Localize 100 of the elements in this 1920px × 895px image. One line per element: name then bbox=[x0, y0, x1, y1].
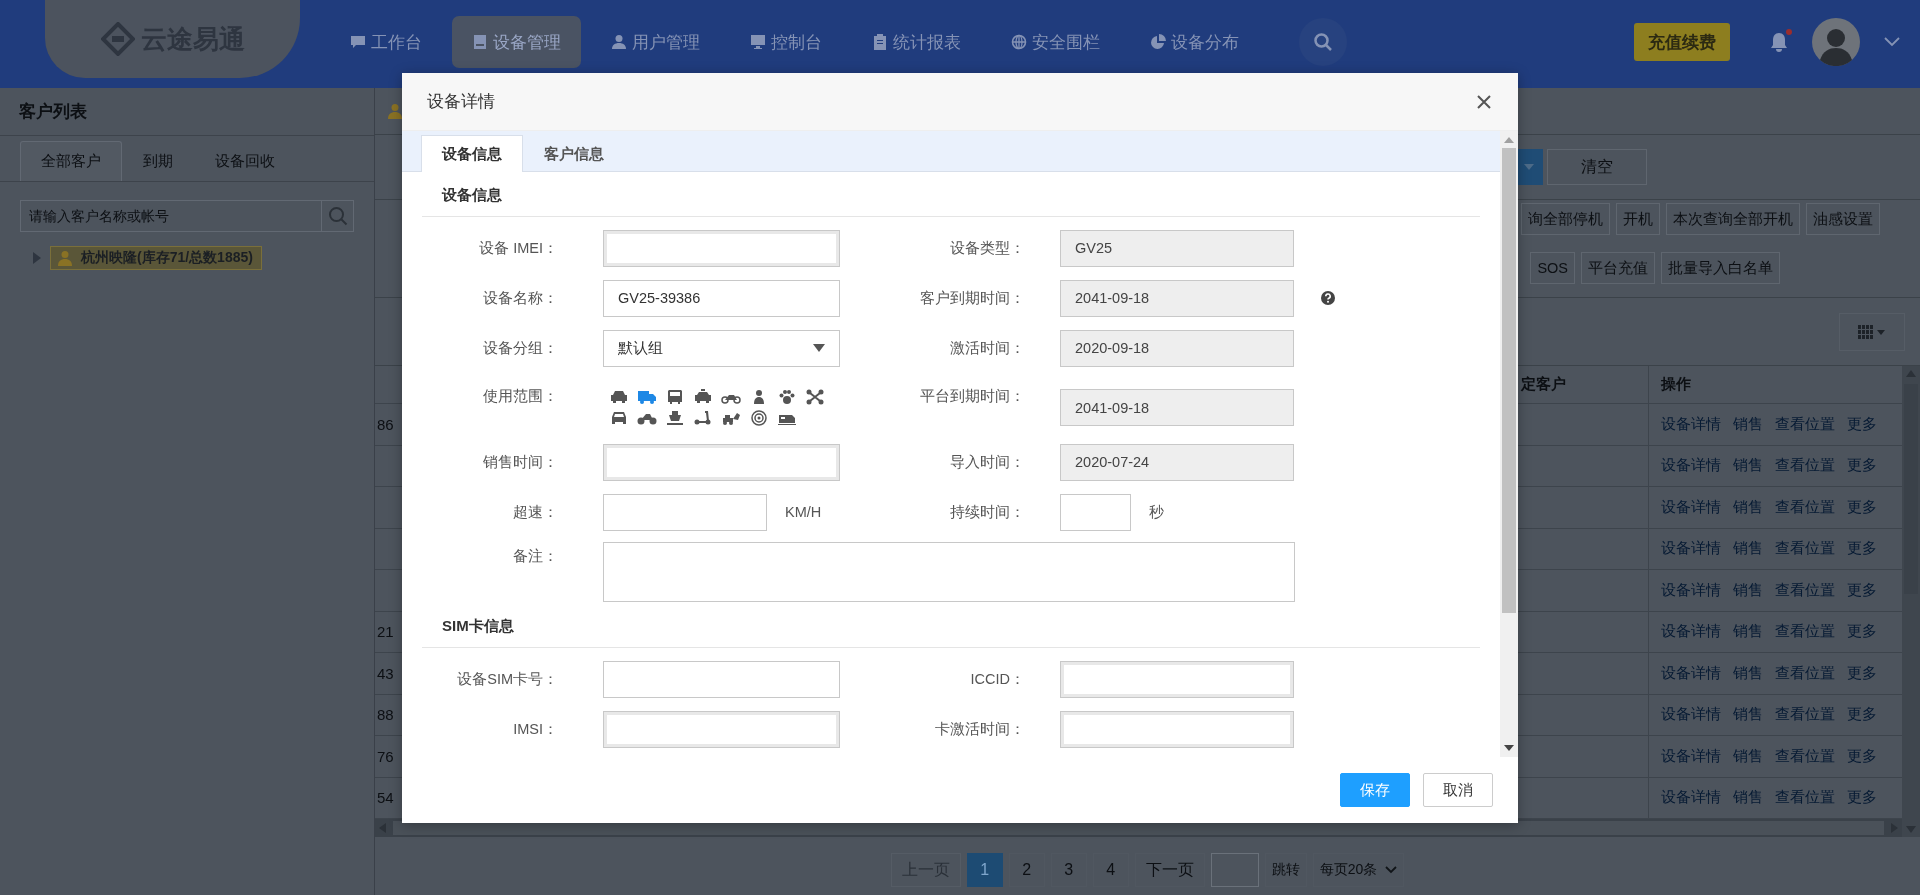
action-link[interactable]: 更多 bbox=[1847, 663, 1877, 683]
action-link[interactable]: 设备详情 bbox=[1661, 663, 1721, 683]
paw-icon[interactable] bbox=[777, 389, 797, 405]
action-button[interactable]: 油感设置 bbox=[1806, 203, 1880, 235]
input-field[interactable] bbox=[1060, 710, 1294, 748]
nav-item[interactable]: 控制台 bbox=[730, 16, 842, 68]
action-link[interactable]: 更多 bbox=[1847, 580, 1877, 600]
truck-icon[interactable] bbox=[637, 389, 657, 405]
scroll-up-icon[interactable] bbox=[1504, 137, 1514, 144]
input-field[interactable] bbox=[603, 493, 767, 531]
nav-item[interactable]: 设备管理 bbox=[452, 16, 581, 68]
action-link[interactable]: 设备详情 bbox=[1661, 539, 1721, 559]
target-icon[interactable] bbox=[749, 410, 769, 426]
action-button[interactable]: 平台充值 bbox=[1581, 252, 1655, 284]
search-button[interactable] bbox=[322, 200, 354, 232]
page-input[interactable] bbox=[1210, 853, 1259, 887]
action-link[interactable]: 设备详情 bbox=[1661, 456, 1721, 476]
readonly-field[interactable]: 2020-09-18 bbox=[1060, 329, 1294, 367]
recharge-button[interactable]: 充值续费 bbox=[1634, 23, 1730, 61]
action-link[interactable]: 更多 bbox=[1847, 456, 1877, 476]
action-link[interactable]: 销售 bbox=[1733, 746, 1763, 766]
readonly-field[interactable]: GV25 bbox=[1060, 229, 1294, 267]
action-link[interactable]: 查看位置 bbox=[1775, 539, 1835, 559]
action-button[interactable]: SOS bbox=[1530, 252, 1575, 284]
chevron-down-icon[interactable] bbox=[1884, 37, 1900, 47]
action-link[interactable]: 查看位置 bbox=[1775, 746, 1835, 766]
bell-icon[interactable] bbox=[1770, 32, 1788, 52]
input-field[interactable] bbox=[603, 443, 840, 481]
action-button[interactable]: 开机 bbox=[1616, 203, 1660, 235]
readonly-field[interactable]: 2020-07-24 bbox=[1060, 443, 1294, 481]
action-link[interactable]: 更多 bbox=[1847, 746, 1877, 766]
action-button[interactable]: 询全部停机 bbox=[1521, 203, 1610, 235]
cancel-button[interactable]: 取消 bbox=[1423, 773, 1493, 807]
tab[interactable]: 设备信息 bbox=[421, 135, 523, 172]
readonly-field[interactable]: 2041-09-18 bbox=[1060, 389, 1294, 426]
tab[interactable]: 设备回收 bbox=[194, 141, 296, 181]
page-button[interactable]: 1 bbox=[966, 853, 1003, 887]
nav-item[interactable]: 用户管理 bbox=[591, 16, 720, 68]
readonly-field[interactable]: 2041-09-18 bbox=[1060, 279, 1294, 317]
avatar[interactable] bbox=[1812, 18, 1860, 66]
action-link[interactable]: 查看位置 bbox=[1775, 663, 1835, 683]
textarea-field[interactable] bbox=[603, 542, 1295, 602]
action-link[interactable]: 查看位置 bbox=[1775, 497, 1835, 517]
drone-icon[interactable] bbox=[805, 389, 825, 405]
help-icon[interactable] bbox=[1321, 291, 1335, 305]
input-field[interactable]: GV25-39386 bbox=[603, 279, 840, 317]
car-icon[interactable] bbox=[609, 410, 629, 426]
scroll-down-icon[interactable] bbox=[1504, 744, 1514, 751]
car-icon[interactable] bbox=[609, 389, 629, 405]
action-link[interactable]: 设备详情 bbox=[1661, 622, 1721, 642]
action-link[interactable]: 查看位置 bbox=[1775, 622, 1835, 642]
action-link[interactable]: 查看位置 bbox=[1775, 705, 1835, 725]
action-link[interactable]: 销售 bbox=[1733, 456, 1763, 476]
ship-icon[interactable] bbox=[665, 410, 685, 426]
select-field[interactable]: 默认组 bbox=[603, 329, 840, 367]
tab[interactable]: 客户信息 bbox=[523, 136, 625, 172]
action-link[interactable]: 查看位置 bbox=[1775, 788, 1835, 808]
scrollbar[interactable] bbox=[1500, 131, 1518, 757]
action-link[interactable]: 查看位置 bbox=[1775, 580, 1835, 600]
action-link[interactable]: 设备详情 bbox=[1661, 746, 1721, 766]
search-button[interactable] bbox=[1299, 18, 1347, 66]
tab[interactable]: 到期 bbox=[122, 141, 194, 181]
action-button[interactable]: 批量导入白名单 bbox=[1661, 252, 1780, 284]
action-link[interactable]: 查看位置 bbox=[1775, 414, 1835, 434]
action-link[interactable]: 销售 bbox=[1733, 705, 1763, 725]
action-link[interactable]: 销售 bbox=[1733, 497, 1763, 517]
clear-button[interactable]: 清空 bbox=[1547, 149, 1647, 185]
action-button[interactable]: 本次查询全部开机 bbox=[1666, 203, 1800, 235]
tree-item[interactable]: 杭州映隆(库存71/总数1885) bbox=[50, 246, 262, 270]
search-field[interactable]: 请输入客户名称或帐号 bbox=[20, 200, 322, 232]
action-link[interactable]: 设备详情 bbox=[1661, 705, 1721, 725]
input-field[interactable] bbox=[603, 229, 840, 267]
nav-item[interactable]: 设备分布 bbox=[1130, 16, 1259, 68]
action-link[interactable]: 销售 bbox=[1733, 622, 1763, 642]
scooter-icon[interactable] bbox=[693, 410, 713, 426]
action-link[interactable]: 更多 bbox=[1847, 622, 1877, 642]
input-field[interactable] bbox=[603, 710, 840, 748]
action-link[interactable]: 更多 bbox=[1847, 539, 1877, 559]
action-link[interactable]: 销售 bbox=[1733, 539, 1763, 559]
action-link[interactable]: 更多 bbox=[1847, 705, 1877, 725]
save-button[interactable]: 保存 bbox=[1340, 773, 1410, 807]
action-link[interactable]: 设备详情 bbox=[1661, 788, 1721, 808]
action-link[interactable]: 更多 bbox=[1847, 414, 1877, 434]
action-link[interactable]: 更多 bbox=[1847, 788, 1877, 808]
action-link[interactable]: 设备详情 bbox=[1661, 497, 1721, 517]
bus-icon[interactable] bbox=[665, 389, 685, 405]
input-field[interactable] bbox=[603, 660, 840, 698]
action-link[interactable]: 查看位置 bbox=[1775, 456, 1835, 476]
nav-item[interactable]: 工作台 bbox=[330, 16, 442, 68]
action-link[interactable]: 销售 bbox=[1733, 663, 1763, 683]
column-toggle-button[interactable] bbox=[1839, 312, 1905, 351]
action-link[interactable]: 销售 bbox=[1733, 788, 1763, 808]
action-link[interactable]: 销售 bbox=[1733, 580, 1763, 600]
action-link[interactable]: 更多 bbox=[1847, 497, 1877, 517]
taxi-icon[interactable] bbox=[693, 389, 713, 405]
action-link[interactable]: 设备详情 bbox=[1661, 580, 1721, 600]
nav-item[interactable]: 安全围栏 bbox=[991, 16, 1120, 68]
action-link[interactable]: 销售 bbox=[1733, 414, 1763, 434]
input-field[interactable] bbox=[1060, 660, 1294, 698]
input-field[interactable] bbox=[1060, 493, 1131, 531]
